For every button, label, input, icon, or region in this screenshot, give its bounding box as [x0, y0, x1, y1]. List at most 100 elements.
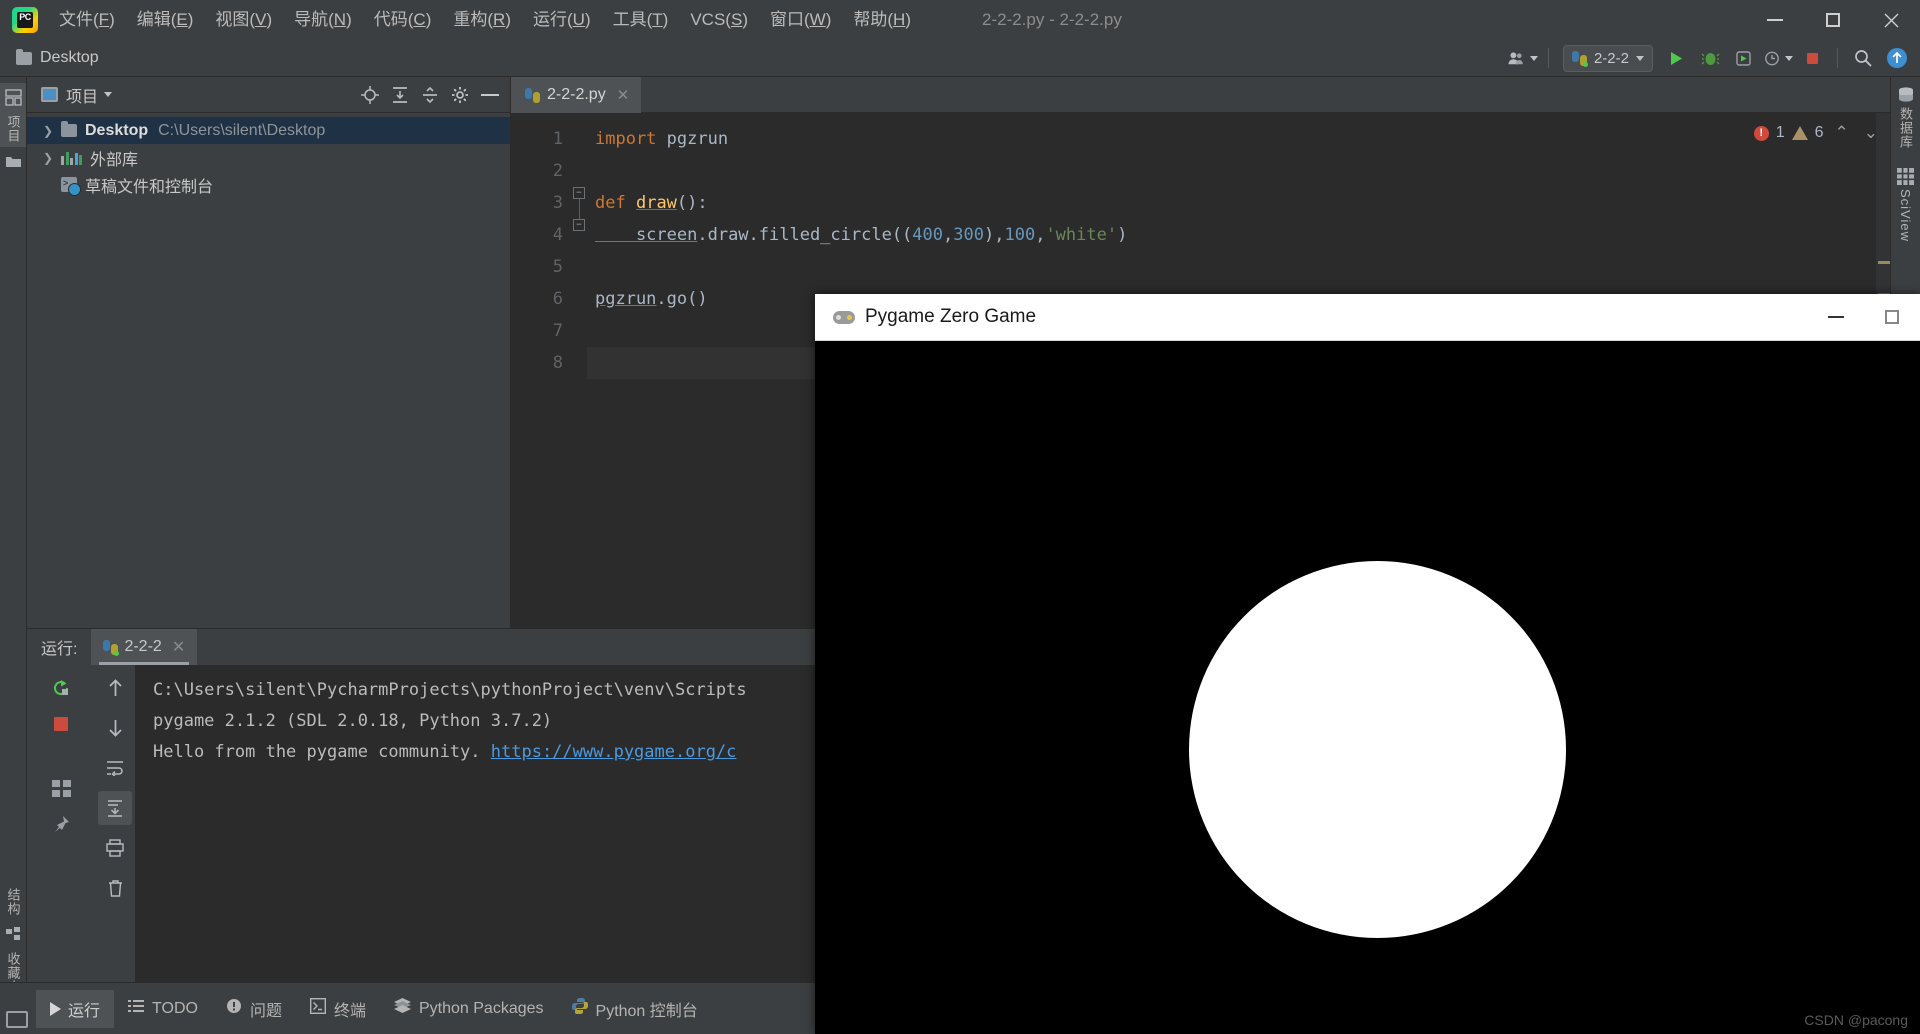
breadcrumb[interactable]: Desktop [40, 49, 99, 67]
menu-item-帮助[interactable]: 帮助(H) [842, 5, 922, 35]
status-tab-python-控制台[interactable]: Python 控制台 [558, 990, 712, 1028]
status-tab-终端[interactable]: 终端 [296, 990, 380, 1028]
rerun-icon[interactable] [44, 671, 78, 705]
pygame-minimize-button[interactable] [1808, 294, 1864, 341]
fold-marker-def[interactable]: − [573, 187, 585, 199]
status-tab-todo[interactable]: TODO [114, 990, 212, 1028]
rail-label-database: 数据库 [1898, 107, 1913, 149]
warning-marker[interactable] [1878, 261, 1890, 264]
tab-2-2-2-py[interactable]: 2-2-2.py ✕ [511, 77, 642, 113]
error-count: 1 [1775, 124, 1785, 141]
inspection-widget[interactable]: ! 1 6 ⌃ ⌄ [1753, 123, 1882, 143]
chevron-down-icon [1785, 55, 1793, 61]
line-number-gutter: 1 2 3 4 5 6 7 8 [511, 113, 573, 628]
gear-icon[interactable] [446, 82, 474, 108]
menu-item-工具[interactable]: 工具(T) [602, 5, 680, 35]
code-token: screen [595, 225, 698, 245]
scroll-up-icon[interactable] [98, 671, 132, 705]
fold-marker-body[interactable]: − [573, 219, 585, 231]
code-line[interactable]: def draw(): [587, 187, 1890, 219]
scroll-to-end-icon[interactable] [98, 791, 132, 825]
menu-item-窗口[interactable]: 窗口(W) [759, 5, 842, 35]
debug-icon[interactable] [1695, 44, 1725, 72]
chevron-down-icon [1636, 55, 1644, 61]
run-tab-label: 2-2-2 [124, 638, 162, 655]
print-icon[interactable] [98, 831, 132, 865]
close-button[interactable] [1862, 0, 1920, 40]
hide-all-windows-icon[interactable] [6, 1011, 28, 1028]
tree-row-外部库[interactable]: ❯ 外部库 [27, 144, 510, 171]
run-icon[interactable] [1661, 44, 1691, 72]
line-number: 2 [552, 161, 563, 181]
code-token: , [1035, 225, 1046, 245]
layout-icon[interactable] [44, 771, 78, 805]
line-number: 7 [552, 321, 563, 341]
tree-item-name: 草稿文件和控制台 [85, 178, 214, 196]
scroll-down-icon[interactable] [98, 711, 132, 745]
chevron-right-icon[interactable]: ❯ [41, 124, 55, 138]
stop-icon[interactable] [1797, 44, 1827, 72]
account-icon[interactable] [1508, 44, 1538, 72]
menu-item-重构[interactable]: 重构(R) [442, 5, 522, 35]
tree-row-Desktop[interactable]: ❯ Desktop C:\Users\silent\Desktop [27, 117, 510, 144]
locate-icon[interactable] [356, 82, 384, 108]
pycharm-logo-text: PC [19, 12, 31, 22]
status-tab-python-packages[interactable]: Python Packages [380, 990, 558, 1028]
code-token: ) [1117, 225, 1128, 245]
status-tab-run[interactable]: 运行 [36, 989, 115, 1028]
maximize-button[interactable] [1804, 0, 1862, 40]
commit-folder-icon[interactable] [4, 152, 22, 170]
prev-problem-button[interactable]: ⌃ [1831, 123, 1853, 143]
pygame-maximize-button[interactable] [1864, 294, 1920, 341]
menu-item-VCS[interactable]: VCS(S) [679, 5, 759, 35]
stop-icon[interactable] [44, 707, 78, 741]
search-icon[interactable] [1848, 44, 1878, 72]
chevron-right-icon[interactable]: ❯ [41, 151, 55, 165]
status-tab-label: 问题 [249, 1002, 282, 1020]
menu-item-运行[interactable]: 运行(U) [522, 5, 602, 35]
collapse-all-icon[interactable] [416, 82, 444, 108]
soft-wrap-icon[interactable] [98, 751, 132, 785]
pygame-canvas[interactable]: CSDN @pacong [815, 341, 1920, 1034]
pygame-window[interactable]: Pygame Zero Game CSDN @pacong [815, 294, 1920, 1034]
pygame-title-bar[interactable]: Pygame Zero Game [815, 294, 1920, 341]
tree-row-草稿文件和控制台[interactable]: >_ 草稿文件和控制台 [27, 171, 510, 198]
close-icon[interactable]: ✕ [172, 637, 185, 657]
trash-icon[interactable] [98, 871, 132, 905]
rail-item-database[interactable]: 数据库 [1891, 85, 1920, 149]
code-token: draw [635, 193, 677, 213]
menu-item-视图[interactable]: 视图(V) [204, 5, 283, 35]
rail-label-project: 项目 [5, 115, 21, 143]
project-icon [41, 87, 58, 102]
chevron-down-icon[interactable] [104, 92, 113, 97]
hide-panel-icon[interactable] [476, 82, 504, 108]
code-line[interactable]: screen.draw.filled_circle((400,300),100,… [587, 219, 1890, 251]
terminal-icon [309, 997, 326, 1019]
console-link[interactable]: https://www.pygame.org/c [491, 742, 737, 762]
code-line[interactable]: import pgzrun [587, 123, 1890, 155]
tree-item-name: Desktop [85, 121, 149, 139]
run-tab-2-2-2[interactable]: 2-2-2 ✕ [91, 629, 198, 665]
run-with-coverage-icon[interactable] [1729, 44, 1759, 72]
chevron-down-icon [1529, 55, 1538, 61]
code-fold-column[interactable]: − − [573, 113, 587, 628]
expand-all-icon[interactable] [386, 82, 414, 108]
menu-item-编辑[interactable]: 编辑(E) [126, 5, 205, 35]
close-icon[interactable]: ✕ [617, 86, 630, 104]
rail-item-structure[interactable]: 结构 [0, 884, 26, 948]
status-tab-问题[interactable]: 问题 [212, 990, 296, 1028]
menu-item-文件[interactable]: 文件(F) [48, 5, 126, 35]
profile-icon[interactable] [1763, 44, 1793, 72]
divider [1547, 48, 1549, 68]
menu-item-导航[interactable]: 导航(N) [283, 5, 363, 35]
minimize-button[interactable] [1746, 0, 1804, 40]
run-configuration-selector[interactable]: 2-2-2 [1562, 44, 1653, 72]
menu-item-代码[interactable]: 代码(C) [363, 5, 443, 35]
code-line[interactable] [587, 251, 1890, 283]
code-line[interactable] [587, 155, 1890, 187]
updates-icon[interactable] [1882, 44, 1912, 72]
rail-item-sciview[interactable]: SciView [1891, 167, 1920, 242]
pin-icon[interactable] [44, 807, 78, 841]
rail-item-project[interactable]: 项目 [0, 83, 26, 147]
